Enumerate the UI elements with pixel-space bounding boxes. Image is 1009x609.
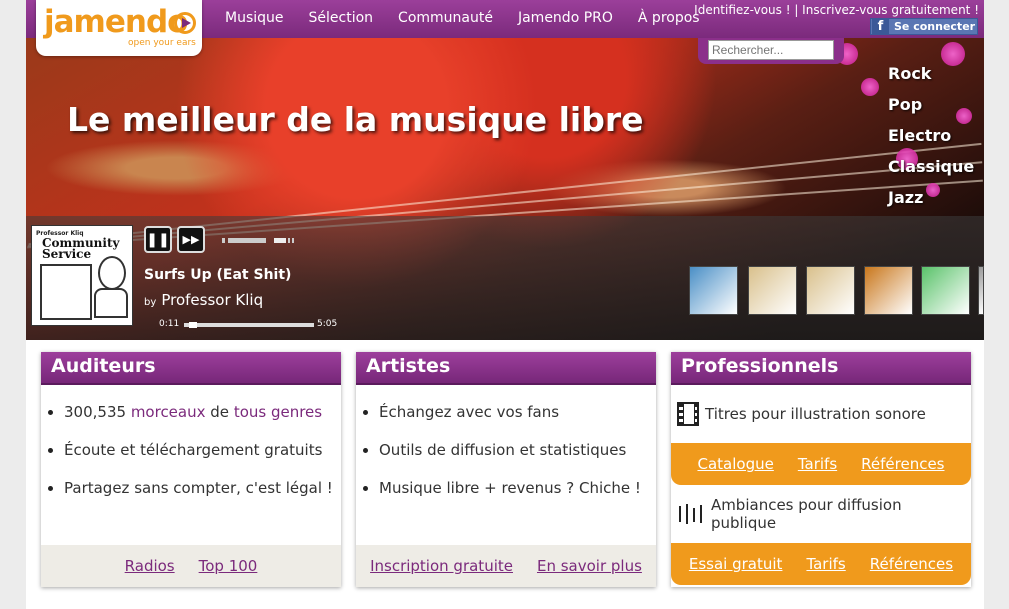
logo-wordmark: jamendo	[44, 4, 188, 40]
panel-listeners: Auditeurs 300,535 morceaux de tous genre…	[41, 352, 341, 587]
facebook-connect-button[interactable]: f Se connecter	[870, 18, 978, 35]
login-signup-links[interactable]: Identifiez-vous ! | Inscrivez-vous gratu…	[694, 3, 979, 17]
track-count: 300,535	[64, 403, 127, 421]
cart-drawing	[40, 264, 92, 320]
pro-row-ambiance: Ambiances pour diffusion publique	[671, 485, 971, 543]
facebook-icon: f	[872, 19, 889, 34]
search-input[interactable]	[708, 40, 834, 60]
all-genres-link[interactable]: tous genres	[234, 403, 322, 421]
time-total: 5:05	[317, 319, 338, 329]
album-thumb[interactable]	[978, 266, 984, 315]
pro-links-bar: Essai gratuit Tarifs Références	[671, 543, 971, 585]
genre-rock[interactable]: Rock	[888, 64, 974, 95]
nav-a-propos[interactable]: À propos	[638, 10, 700, 26]
of-text: de	[210, 403, 230, 421]
main-nav: Musique Sélection Communauté Jamendo PRO…	[225, 10, 725, 26]
nav-musique[interactable]: Musique	[225, 10, 284, 26]
references-link[interactable]: Références	[861, 455, 944, 473]
panel-artists: Artistes Échangez avec vos fans Outils d…	[356, 352, 656, 587]
genre-classique[interactable]: Classique	[888, 157, 974, 188]
search-box	[698, 38, 844, 64]
pro-links-bar: Catalogue Tarifs Références	[671, 443, 971, 485]
track-title[interactable]: Surfs Up (Eat Shit)	[144, 267, 291, 283]
list-item: Partagez sans compter, c'est légal !	[46, 475, 341, 513]
play-circle-icon	[174, 12, 196, 34]
panel-title: Auditeurs	[41, 352, 341, 385]
panel-professionals: Professionnels Titres pour illustration …	[671, 352, 971, 587]
album-cover[interactable]: Professor Kliq Community Service	[31, 225, 133, 326]
list-item: 300,535 morceaux de tous genres	[46, 399, 341, 437]
list-item: Outils de diffusion et statistiques	[361, 437, 656, 475]
film-icon	[677, 402, 699, 426]
list-item: Écoute et téléchargement gratuits	[46, 437, 341, 475]
pro-row-illustration: Titres pour illustration sonore	[671, 385, 971, 443]
genre-electro[interactable]: Electro	[888, 126, 974, 157]
top-100-link[interactable]: Top 100	[199, 557, 258, 575]
progress-handle[interactable]	[189, 322, 197, 328]
panel-title: Artistes	[356, 352, 656, 385]
panel-body: 300,535 morceaux de tous genres Écoute e…	[41, 385, 341, 545]
references-link[interactable]: Références	[870, 555, 953, 573]
album-thumb[interactable]	[748, 266, 797, 315]
content-area: Auditeurs 300,535 morceaux de tous genre…	[26, 340, 984, 609]
genre-pop[interactable]: Pop	[888, 95, 974, 126]
facebook-connect-label: Se connecter	[894, 20, 976, 33]
hero-banner: Le meilleur de la musique libre Rock Pop…	[26, 38, 984, 340]
nav-selection[interactable]: Sélection	[309, 10, 374, 26]
genre-list: Rock Pop Electro Classique Jazz	[888, 64, 974, 219]
panel-footer: Inscription gratuite En savoir plus	[356, 545, 656, 587]
equalizer-icon	[677, 502, 705, 526]
list-item: Échangez avec vos fans	[361, 399, 656, 437]
pro-row-label: Titres pour illustration sonore	[705, 405, 926, 423]
pricing-link[interactable]: Tarifs	[798, 455, 837, 473]
hero-headline: Le meilleur de la musique libre	[67, 100, 644, 139]
catalogue-link[interactable]: Catalogue	[697, 455, 773, 473]
list-item: Musique libre + revenus ? Chiche !	[361, 475, 656, 513]
album-thumb[interactable]	[864, 266, 913, 315]
fast-forward-icon: ▶▶	[182, 233, 200, 246]
time-current: 0:11	[159, 319, 180, 329]
nav-jamendo-pro[interactable]: Jamendo PRO	[518, 10, 613, 26]
pricing-link[interactable]: Tarifs	[806, 555, 845, 573]
radios-link[interactable]: Radios	[125, 557, 175, 575]
body-drawing	[94, 288, 128, 318]
learn-more-link[interactable]: En savoir plus	[537, 557, 642, 575]
by-label: by	[144, 297, 157, 308]
panel-footer: Radios Top 100	[41, 545, 341, 587]
genre-jazz[interactable]: Jazz	[888, 188, 974, 219]
album-thumb[interactable]	[806, 266, 855, 315]
free-trial-link[interactable]: Essai gratuit	[689, 555, 783, 573]
free-signup-link[interactable]: Inscription gratuite	[370, 557, 513, 575]
pro-row-label: Ambiances pour diffusion publique	[710, 496, 902, 532]
next-button[interactable]: ▶▶	[177, 226, 205, 253]
nav-communaute[interactable]: Communauté	[398, 10, 493, 26]
album-thumb[interactable]	[689, 266, 738, 315]
track-artist[interactable]: Professor Kliq	[161, 291, 263, 309]
track-artist-line: by Professor Kliq	[144, 290, 263, 309]
progress-bar[interactable]	[184, 322, 314, 328]
logo-tagline: open your ears	[128, 38, 196, 48]
tracks-link[interactable]: morceaux	[131, 403, 206, 421]
music-player: Professor Kliq Community Service ❚❚ ▶▶ Su…	[26, 216, 984, 340]
volume-slider[interactable]	[222, 238, 302, 244]
jamendo-logo[interactable]: jamendo open your ears	[36, 0, 202, 56]
pause-button[interactable]: ❚❚	[144, 226, 172, 253]
cover-title-line2: Service	[42, 247, 92, 261]
panel-title: Professionnels	[671, 352, 971, 385]
panel-body: Échangez avec vos fans Outils de diffusi…	[356, 385, 656, 545]
pause-icon: ❚❚	[146, 231, 170, 248]
album-thumb[interactable]	[921, 266, 970, 315]
face-drawing	[98, 256, 126, 290]
